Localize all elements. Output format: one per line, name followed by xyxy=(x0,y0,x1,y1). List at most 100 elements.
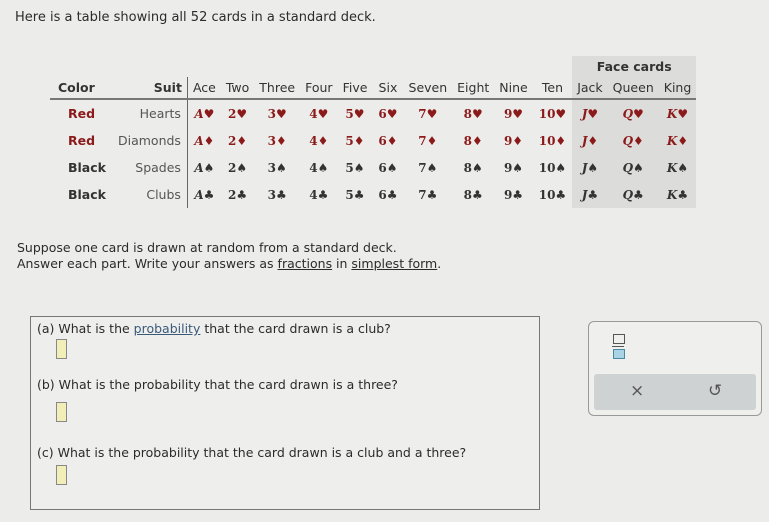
fraction-icon[interactable] xyxy=(612,334,625,359)
card-cell: 3♦ xyxy=(267,133,287,148)
suit-row: Black Spades A♠ 2♠ 3♠ 4♠ 5♠ 6♠ 7♠ 8♠ 9♠ 10♠ J♠ Q♠ K♠ xyxy=(50,154,697,181)
instruction-line-2: Answer each part. Write your answers as … xyxy=(17,256,441,272)
answer-toolbox: × ↺ xyxy=(588,321,762,416)
card-cell: 7♠ xyxy=(418,160,438,175)
card-cell: Q♣ xyxy=(607,181,659,208)
suit-row: Black Clubs A♣ 2♣ 3♣ 4♣ 5♣ 6♣ 7♣ 8♣ 9♣ 10♣ J♣ Q♣ K♣ xyxy=(50,181,697,208)
card-cell: 7♥ xyxy=(418,106,438,121)
intro-text: Here is a table showing all 52 cards in … xyxy=(15,10,376,25)
answer-a-input[interactable] xyxy=(56,339,67,359)
rank-header: Nine xyxy=(494,77,533,100)
suit-cell: Hearts xyxy=(111,99,188,127)
card-cell: 9♠ xyxy=(503,160,524,175)
card-cell: 2♦ xyxy=(228,133,248,148)
card-cell: 6♦ xyxy=(378,133,398,148)
card-deck-table: Face cards Color Suit Ace Two Three Four Fiv… xyxy=(50,56,697,208)
card-cell: 10♦ xyxy=(538,133,567,148)
probability-link[interactable]: probability xyxy=(134,321,201,336)
question-b: (b) What is the probability that the car… xyxy=(37,377,398,392)
card-cell: 3♣ xyxy=(267,187,287,202)
card-cell: K♣ xyxy=(658,181,697,208)
color-cell: Red xyxy=(68,133,96,148)
card-cell: K♠ xyxy=(658,154,697,181)
card-cell: 4♥ xyxy=(309,106,329,121)
card-cell: A♦ xyxy=(194,133,215,148)
card-cell: 6♠ xyxy=(378,160,398,175)
card-cell: Q♠ xyxy=(607,154,659,181)
card-cell: 5♠ xyxy=(345,160,365,175)
card-cell: 8♣ xyxy=(463,187,483,202)
card-cell: Q♦ xyxy=(607,127,659,154)
color-cell: Red xyxy=(68,106,96,121)
question-text: (a) What is the xyxy=(37,321,134,336)
card-cell: 8♥ xyxy=(463,106,483,121)
undo-button[interactable]: ↺ xyxy=(708,381,722,401)
card-cell: 7♦ xyxy=(418,133,438,148)
card-cell: J♦ xyxy=(572,127,608,154)
card-cell: 10♣ xyxy=(538,187,567,202)
instruction-text: in xyxy=(332,256,352,271)
color-header: Color xyxy=(50,77,112,100)
card-cell: 2♥ xyxy=(228,106,248,121)
rank-header: Two xyxy=(220,77,255,100)
rank-header: Eight xyxy=(452,77,495,100)
rank-header: Queen xyxy=(607,77,659,100)
question-c: (c) What is the probability that the car… xyxy=(37,445,467,460)
answer-b-input[interactable] xyxy=(56,402,67,422)
card-cell: 3♠ xyxy=(267,160,287,175)
suit-header: Suit xyxy=(111,77,188,100)
instructions: Suppose one card is drawn at random from… xyxy=(17,240,441,272)
card-cell: 8♠ xyxy=(463,160,483,175)
card-cell: 9♥ xyxy=(503,106,524,121)
card-cell: A♥ xyxy=(194,106,215,121)
suit-row: Red Diamonds A♦ 2♦ 3♦ 4♦ 5♦ 6♦ 7♦ 8♦ 9♦ 10♦ J♦ Q♦ K♦ xyxy=(50,127,697,154)
rank-header: Four xyxy=(300,77,338,100)
card-cell: A♣ xyxy=(194,187,215,202)
instruction-text: . xyxy=(437,256,442,271)
answer-c-input[interactable] xyxy=(56,465,67,485)
card-cell: 8♦ xyxy=(463,133,483,148)
card-cell: 6♥ xyxy=(378,106,398,121)
clear-button[interactable]: × xyxy=(630,381,644,401)
card-cell: A♠ xyxy=(194,160,215,175)
color-cell: Black xyxy=(68,187,106,202)
card-cell: 4♠ xyxy=(309,160,329,175)
rank-header: Six xyxy=(372,77,404,100)
card-cell: 4♣ xyxy=(309,187,329,202)
toolbox-actions: × ↺ xyxy=(594,374,756,410)
question-text: that the card drawn is a club? xyxy=(200,321,391,336)
card-cell: 5♦ xyxy=(345,133,365,148)
card-cell: 10♥ xyxy=(538,106,567,121)
card-cell: 10♠ xyxy=(538,160,567,175)
card-cell: 5♥ xyxy=(345,106,365,121)
card-cell: 9♦ xyxy=(503,133,524,148)
card-cell: K♦ xyxy=(658,127,697,154)
suit-row: Red Hearts A♥ 2♥ 3♥ 4♥ 5♥ 6♥ 7♥ 8♥ 9♥ 10♥ J♥ Q♥ K♥ xyxy=(50,99,697,127)
rank-header: Seven xyxy=(403,77,453,100)
rank-header: Ace xyxy=(187,77,221,100)
rank-header: King xyxy=(658,77,697,100)
card-cell: J♣ xyxy=(572,181,608,208)
card-cell: 9♣ xyxy=(503,187,524,202)
rank-header: Ten xyxy=(532,77,573,100)
questions-panel: (a) What is the probability that the car… xyxy=(30,316,540,510)
rank-header: Five xyxy=(337,77,373,100)
card-cell: 4♦ xyxy=(309,133,329,148)
instruction-text: Answer each part. Write your answers as xyxy=(17,256,278,271)
card-cell: Q♥ xyxy=(607,99,659,127)
card-cell: 7♣ xyxy=(418,187,438,202)
card-cell: 3♥ xyxy=(267,106,287,121)
card-cell: 2♠ xyxy=(228,160,248,175)
rank-header: Three xyxy=(254,77,301,100)
color-cell: Black xyxy=(68,160,106,175)
fractions-link[interactable]: fractions xyxy=(278,256,333,271)
card-cell: J♥ xyxy=(572,99,608,127)
card-cell: 5♣ xyxy=(345,187,365,202)
simplest-form-link[interactable]: simplest form xyxy=(351,256,437,271)
rank-header: Jack xyxy=(572,77,608,100)
face-cards-header: Face cards xyxy=(572,56,697,77)
card-cell: K♥ xyxy=(658,99,697,127)
suit-cell: Clubs xyxy=(111,181,188,208)
suit-cell: Spades xyxy=(111,154,188,181)
card-cell: 2♣ xyxy=(228,187,248,202)
